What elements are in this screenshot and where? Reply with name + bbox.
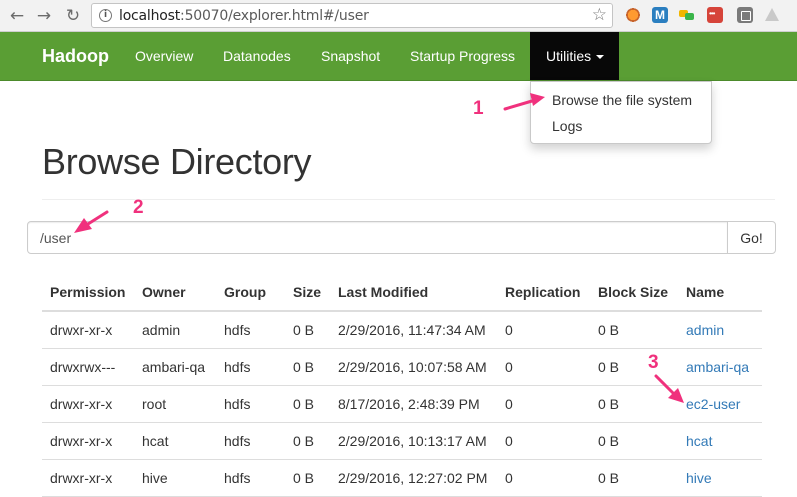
cell-block-size: 0 B xyxy=(590,311,678,349)
cell-block-size: 0 B xyxy=(590,348,678,386)
url-host: localhost xyxy=(119,8,181,24)
column-header-size[interactable]: Size xyxy=(285,273,330,312)
column-header-last-modified[interactable]: Last Modified xyxy=(330,273,497,312)
cell-size: 0 B xyxy=(285,348,330,386)
cell-last-modified: 2/29/2016, 12:27:02 PM xyxy=(330,459,497,497)
cell-group: hdfs xyxy=(216,348,285,386)
cell-name: ec2-user xyxy=(678,385,762,423)
directory-table: Permission Owner Group Size Last Modifie… xyxy=(42,273,762,497)
column-header-owner[interactable]: Owner xyxy=(134,273,216,312)
page-title: Browse Directory xyxy=(42,141,312,182)
nav-datanodes[interactable]: Datanodes xyxy=(223,48,291,64)
cell-permission: drwxr-xr-x xyxy=(42,311,134,349)
table-header-row: Permission Owner Group Size Last Modifie… xyxy=(42,273,762,312)
annotation-arrow-1 xyxy=(503,99,534,111)
extension-square-icon[interactable] xyxy=(737,7,753,23)
table-row: drwxr-xr-x root hdfs 0 B 8/17/2016, 2:48… xyxy=(42,385,762,423)
cell-permission: drwxr-xr-x xyxy=(42,459,134,497)
cell-owner: admin xyxy=(134,311,216,349)
cell-size: 0 B xyxy=(285,385,330,423)
extension-m-icon[interactable]: M xyxy=(652,7,668,23)
cell-permission: drwxrwx--- xyxy=(42,348,134,386)
nav-snapshot[interactable]: Snapshot xyxy=(321,48,380,64)
table-row: drwxr-xr-x admin hdfs 0 B 2/29/2016, 11:… xyxy=(42,311,762,349)
column-header-group[interactable]: Group xyxy=(216,273,285,312)
directory-link[interactable]: admin xyxy=(686,322,724,338)
column-header-name[interactable]: Name xyxy=(678,273,762,312)
cell-permission: drwxr-xr-x xyxy=(42,422,134,460)
table-row: drwxr-xr-x hive hdfs 0 B 2/29/2016, 12:2… xyxy=(42,459,762,497)
directory-link[interactable]: ambari-qa xyxy=(686,359,749,375)
reload-icon[interactable]: ↻ xyxy=(62,5,84,27)
annotation-number-2: 2 xyxy=(133,197,144,218)
cell-owner: root xyxy=(134,385,216,423)
url-path: :50070/explorer.html#/user xyxy=(180,8,369,24)
cell-size: 0 B xyxy=(285,311,330,349)
forward-arrow-icon[interactable]: → xyxy=(33,5,55,27)
cell-last-modified: 2/29/2016, 10:07:58 AM xyxy=(330,348,497,386)
cell-replication: 0 xyxy=(497,422,590,460)
go-button[interactable]: Go! xyxy=(727,221,776,254)
info-icon[interactable]: i xyxy=(99,9,112,22)
address-bar[interactable]: i localhost:50070/explorer.html#/user ☆ xyxy=(91,3,613,28)
cell-name: admin xyxy=(678,311,762,349)
cell-last-modified: 2/29/2016, 11:47:34 AM xyxy=(330,311,497,349)
extension-dots-icon[interactable] xyxy=(707,7,723,23)
cell-size: 0 B xyxy=(285,459,330,497)
cell-group: hdfs xyxy=(216,385,285,423)
nav-utilities-label: Utilities xyxy=(546,48,592,64)
cell-owner: hcat xyxy=(134,422,216,460)
url-text[interactable]: localhost:50070/explorer.html#/user xyxy=(119,8,369,24)
nav-utilities[interactable]: Utilities xyxy=(530,32,619,80)
column-header-replication[interactable]: Replication xyxy=(497,273,590,312)
cell-group: hdfs xyxy=(216,459,285,497)
menu-item-logs[interactable]: Logs xyxy=(552,118,582,134)
extension-blocks-icon[interactable] xyxy=(679,7,695,23)
title-divider xyxy=(42,199,775,200)
cell-replication: 0 xyxy=(497,348,590,386)
utilities-dropdown-menu: Browse the file system Logs xyxy=(530,81,712,144)
nav-overview[interactable]: Overview xyxy=(135,48,193,64)
cell-replication: 0 xyxy=(497,311,590,349)
caret-down-icon xyxy=(596,55,604,59)
cell-group: hdfs xyxy=(216,311,285,349)
annotation-number-1: 1 xyxy=(473,98,484,119)
cell-name: hcat xyxy=(678,422,762,460)
directory-link[interactable]: ec2-user xyxy=(686,396,740,412)
cell-replication: 0 xyxy=(497,459,590,497)
column-header-block-size[interactable]: Block Size xyxy=(590,273,678,312)
annotation-number-3: 3 xyxy=(648,352,659,373)
cell-replication: 0 xyxy=(497,385,590,423)
cell-name: hive xyxy=(678,459,762,497)
bookmark-star-icon[interactable]: ☆ xyxy=(592,5,607,25)
brand-logo[interactable]: Hadoop xyxy=(42,46,109,67)
cell-permission: drwxr-xr-x xyxy=(42,385,134,423)
cell-last-modified: 8/17/2016, 2:48:39 PM xyxy=(330,385,497,423)
menu-item-browse-file-system[interactable]: Browse the file system xyxy=(552,92,692,108)
column-header-permission[interactable]: Permission xyxy=(42,273,134,312)
directory-link[interactable]: hive xyxy=(686,470,712,486)
back-arrow-icon[interactable]: ← xyxy=(6,5,28,27)
extension-fox-icon[interactable] xyxy=(625,7,641,23)
cell-size: 0 B xyxy=(285,422,330,460)
cell-group: hdfs xyxy=(216,422,285,460)
cell-owner: hive xyxy=(134,459,216,497)
cell-block-size: 0 B xyxy=(590,385,678,423)
directory-link[interactable]: hcat xyxy=(686,433,712,449)
cell-owner: ambari-qa xyxy=(134,348,216,386)
cell-last-modified: 2/29/2016, 10:13:17 AM xyxy=(330,422,497,460)
extension-drive-icon[interactable] xyxy=(764,7,780,23)
browser-toolbar: ← → ↻ i localhost:50070/explorer.html#/u… xyxy=(0,0,797,32)
table-row: drwxr-xr-x hcat hdfs 0 B 2/29/2016, 10:1… xyxy=(42,422,762,460)
cell-block-size: 0 B xyxy=(590,422,678,460)
hadoop-navbar: Hadoop Overview Datanodes Snapshot Start… xyxy=(0,32,797,81)
directory-path-input[interactable] xyxy=(27,221,728,254)
cell-name: ambari-qa xyxy=(678,348,762,386)
cell-block-size: 0 B xyxy=(590,459,678,497)
nav-startup-progress[interactable]: Startup Progress xyxy=(410,48,515,64)
